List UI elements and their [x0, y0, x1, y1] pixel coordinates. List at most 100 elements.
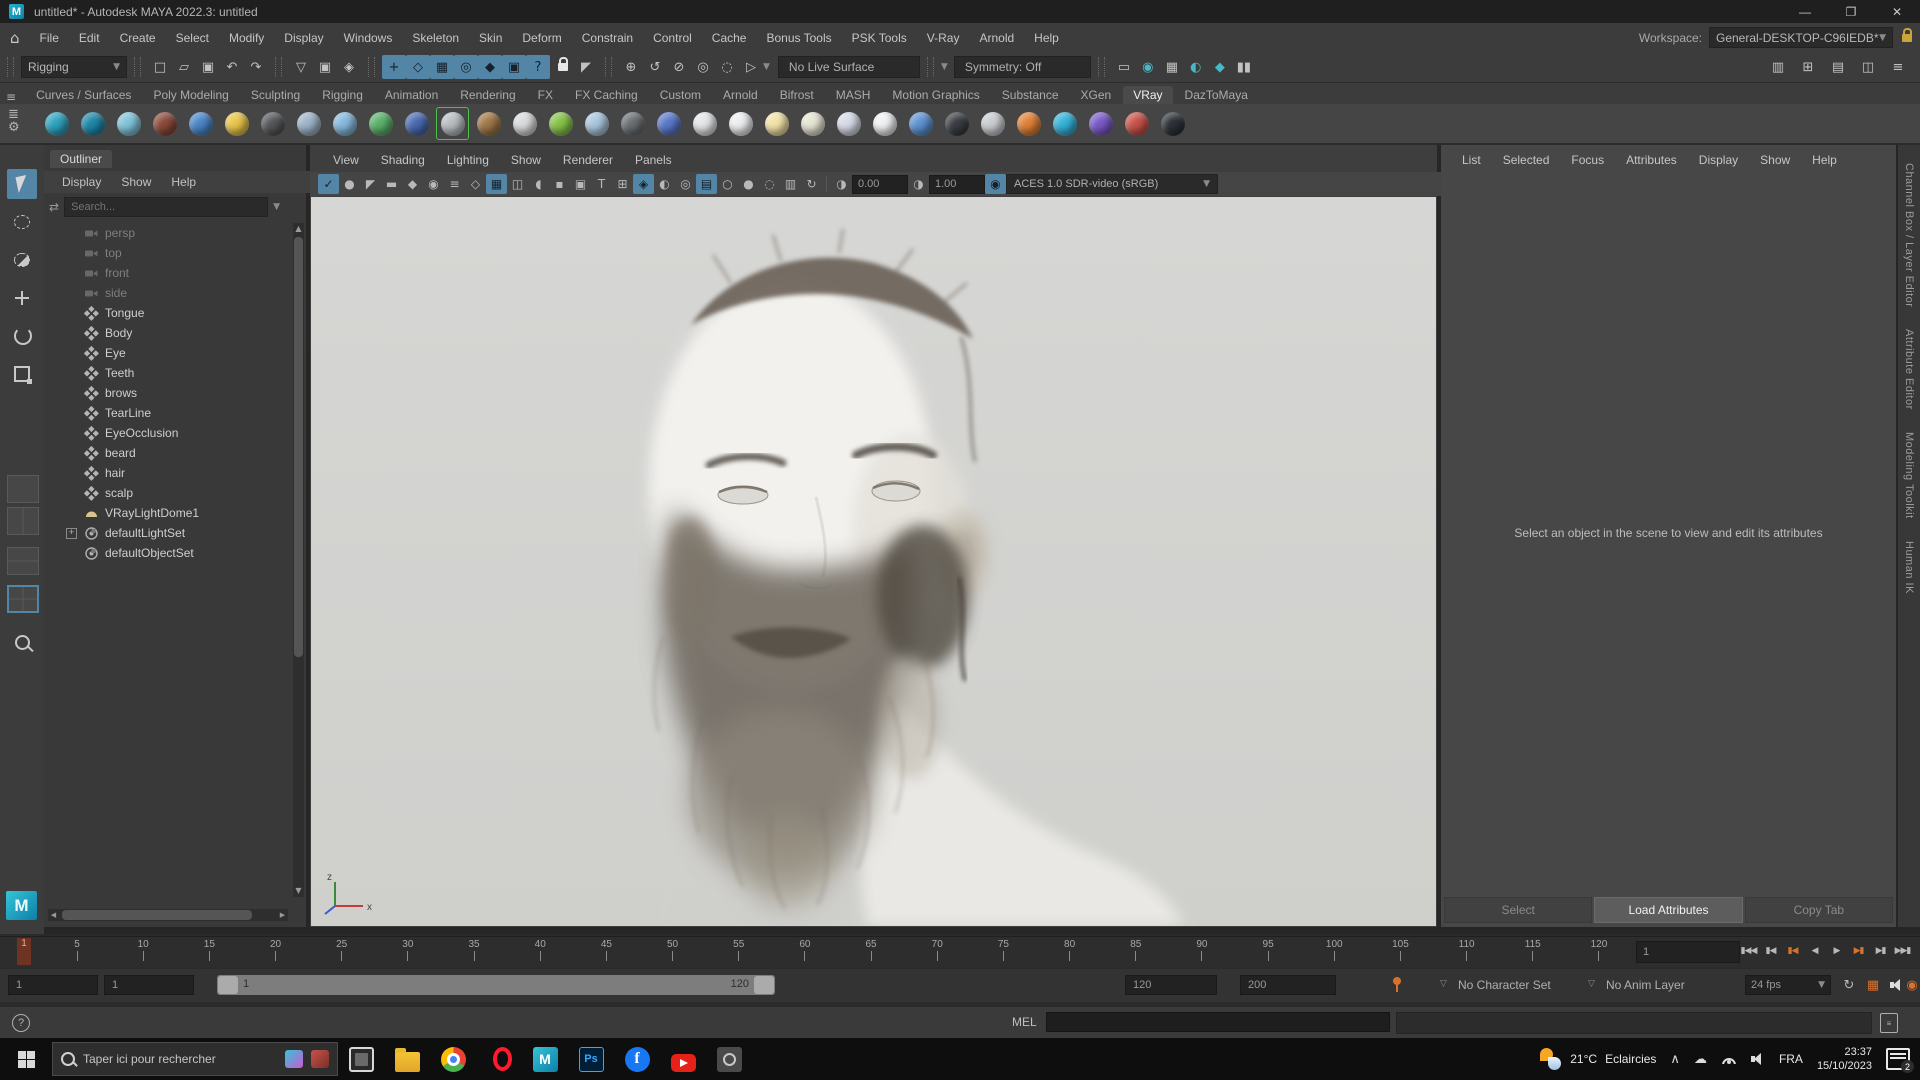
- viewport-toolbar-icon[interactable]: ◆: [402, 174, 423, 194]
- script-editor-icon[interactable]: ≡: [1880, 1013, 1898, 1033]
- construction-history-icon[interactable]: ↺: [643, 55, 667, 79]
- outliner-menu-item[interactable]: Show: [113, 175, 159, 189]
- playback-button[interactable]: ▶▮: [1848, 940, 1869, 962]
- selection-mask-icon[interactable]: ▽: [289, 55, 313, 79]
- shelf-tool-icon[interactable]: [112, 107, 145, 140]
- taskbar-app-icon[interactable]: [706, 1038, 752, 1080]
- highlight-selection-icon[interactable]: ◤: [574, 55, 598, 79]
- viewport-toolbar-icon[interactable]: ◉: [423, 174, 444, 194]
- viewport-toolbar-icon[interactable]: ▦: [486, 174, 507, 194]
- minimize-button[interactable]: —: [1782, 0, 1828, 23]
- outliner-vertical-scrollbar[interactable]: ▲ ▼: [293, 223, 304, 897]
- shelf-tool-icon[interactable]: [220, 107, 253, 140]
- fps-dropdown[interactable]: 24 fps ▼: [1745, 975, 1831, 995]
- toolbox-tool[interactable]: [7, 359, 37, 389]
- attribute-editor-button[interactable]: Select: [1444, 897, 1593, 923]
- symmetry-field[interactable]: Symmetry: Off: [953, 56, 1091, 78]
- hotkey-editor-icon[interactable]: ▦: [1862, 975, 1884, 995]
- outliner-item[interactable]: + scalp: [44, 483, 292, 503]
- character-set-selector[interactable]: No Character Set: [1458, 978, 1551, 992]
- range-start-handle[interactable]: [218, 976, 238, 994]
- exposure-icon[interactable]: ◑: [831, 174, 852, 194]
- command-line-language-label[interactable]: MEL: [1012, 1015, 1037, 1029]
- attribute-editor-button[interactable]: Load Attributes: [1594, 897, 1743, 923]
- help-icon[interactable]: ?: [12, 1014, 30, 1032]
- start-button[interactable]: [0, 1038, 52, 1080]
- time-slider[interactable]: 1 5 10 15 20 25 30 35 40 45 50 55 60 65 …: [0, 936, 1920, 967]
- menu-item[interactable]: Arnold: [969, 31, 1024, 45]
- outliner-tab[interactable]: Outliner: [50, 150, 113, 168]
- onedrive-icon[interactable]: ☁: [1694, 1052, 1707, 1067]
- viewport-toolbar-icon[interactable]: ◤: [360, 174, 381, 194]
- menu-item[interactable]: Select: [166, 31, 219, 45]
- viewport-toolbar-icon[interactable]: ▬: [381, 174, 402, 194]
- selection-mask-icon[interactable]: ◈: [337, 55, 361, 79]
- toolbar-grip[interactable]: [275, 57, 282, 77]
- shelf-tool-icon[interactable]: [508, 107, 541, 140]
- swap-view-icon[interactable]: ⇄: [49, 200, 59, 214]
- viewport-toolbar-icon[interactable]: ◈: [633, 174, 654, 194]
- shelf-tool-icon[interactable]: [76, 107, 109, 140]
- playback-button[interactable]: ▮◀: [1760, 940, 1781, 962]
- file-action-icon[interactable]: ↷: [244, 55, 268, 79]
- animation-end-field[interactable]: 200: [1240, 975, 1336, 995]
- outliner-item[interactable]: + side: [44, 283, 292, 303]
- menu-item[interactable]: Edit: [69, 31, 110, 45]
- file-action-icon[interactable]: □: [148, 55, 172, 79]
- show-hidden-icons-chevron[interactable]: ∧: [1670, 1052, 1680, 1067]
- scrollbar-thumb[interactable]: [62, 910, 252, 920]
- shelf-tool-icon[interactable]: [148, 107, 181, 140]
- taskbar-app-icon[interactable]: [660, 1038, 706, 1080]
- taskbar-app-icon[interactable]: [476, 1038, 522, 1080]
- outliner-menu-item[interactable]: Help: [163, 175, 204, 189]
- selection-mask-icon[interactable]: ▣: [313, 55, 337, 79]
- sidebar-toggle-icon[interactable]: ◫: [1856, 55, 1880, 79]
- construction-history-icon[interactable]: ▷: [739, 55, 763, 79]
- shelf-tool-icon[interactable]: [1012, 107, 1045, 140]
- viewport-toolbar-icon[interactable]: ●: [339, 174, 360, 194]
- snap-toggle-icon[interactable]: +: [382, 55, 406, 79]
- construction-history-icon[interactable]: ⊕: [619, 55, 643, 79]
- outliner-item[interactable]: + top: [44, 243, 292, 263]
- sidebar-vertical-tab[interactable]: Modeling Toolkit: [1903, 432, 1915, 519]
- viewport-menu-item[interactable]: View: [322, 153, 370, 167]
- toolbox-tool[interactable]: [7, 283, 37, 313]
- scrollbar-thumb[interactable]: [294, 237, 303, 657]
- shelf-tool-icon[interactable]: [400, 107, 433, 140]
- taskbar-app-icon[interactable]: [568, 1038, 614, 1080]
- viewport-menu-item[interactable]: Renderer: [552, 153, 624, 167]
- shelf-tool-icon[interactable]: [688, 107, 721, 140]
- playback-button[interactable]: ▶▮: [1870, 940, 1891, 962]
- taskbar-app-icon[interactable]: [384, 1038, 430, 1080]
- scroll-up-icon[interactable]: ▲: [293, 223, 304, 235]
- menu-item[interactable]: Skin: [469, 31, 512, 45]
- construction-history-icon[interactable]: ◌: [715, 55, 739, 79]
- attribute-editor-menu-item[interactable]: Attributes: [1615, 153, 1688, 167]
- shelf-tool-icon[interactable]: [364, 107, 397, 140]
- shelf-tab[interactable]: MASH: [826, 86, 881, 104]
- shelf-tool-icon[interactable]: [868, 107, 901, 140]
- snap-toggle-icon[interactable]: ◇: [406, 55, 430, 79]
- shelf-tool-icon[interactable]: [652, 107, 685, 140]
- toolbar-grip[interactable]: [7, 57, 14, 77]
- set-key-icon[interactable]: [1392, 977, 1402, 992]
- shelf-tab[interactable]: Sculpting: [241, 86, 310, 104]
- viewport-toolbar-icon[interactable]: T: [591, 174, 612, 194]
- taskbar-app-icon[interactable]: [522, 1038, 568, 1080]
- viewport-toolbar-icon[interactable]: ≡: [444, 174, 465, 194]
- gamma-icon[interactable]: ◑: [908, 174, 929, 194]
- view-transform-icon[interactable]: ◉: [985, 174, 1006, 194]
- attribute-editor-menu-item[interactable]: Help: [1801, 153, 1848, 167]
- scroll-down-icon[interactable]: ▼: [293, 885, 304, 897]
- attribute-editor-menu-item[interactable]: Selected: [1492, 153, 1561, 167]
- range-slider-track[interactable]: 1 120: [217, 975, 775, 995]
- menu-set-dropdown[interactable]: Rigging ▼: [21, 56, 127, 78]
- command-line-input[interactable]: [1046, 1012, 1390, 1032]
- viewport-toolbar-icon[interactable]: ◐: [654, 174, 675, 194]
- menu-item[interactable]: Modify: [219, 31, 274, 45]
- home-icon[interactable]: ⌂: [10, 29, 20, 47]
- shelf-tool-icon[interactable]: [1120, 107, 1153, 140]
- shelf-tool-icon[interactable]: [436, 107, 469, 140]
- shelf-tool-icon[interactable]: [724, 107, 757, 140]
- attribute-editor-menu-item[interactable]: Focus: [1560, 153, 1615, 167]
